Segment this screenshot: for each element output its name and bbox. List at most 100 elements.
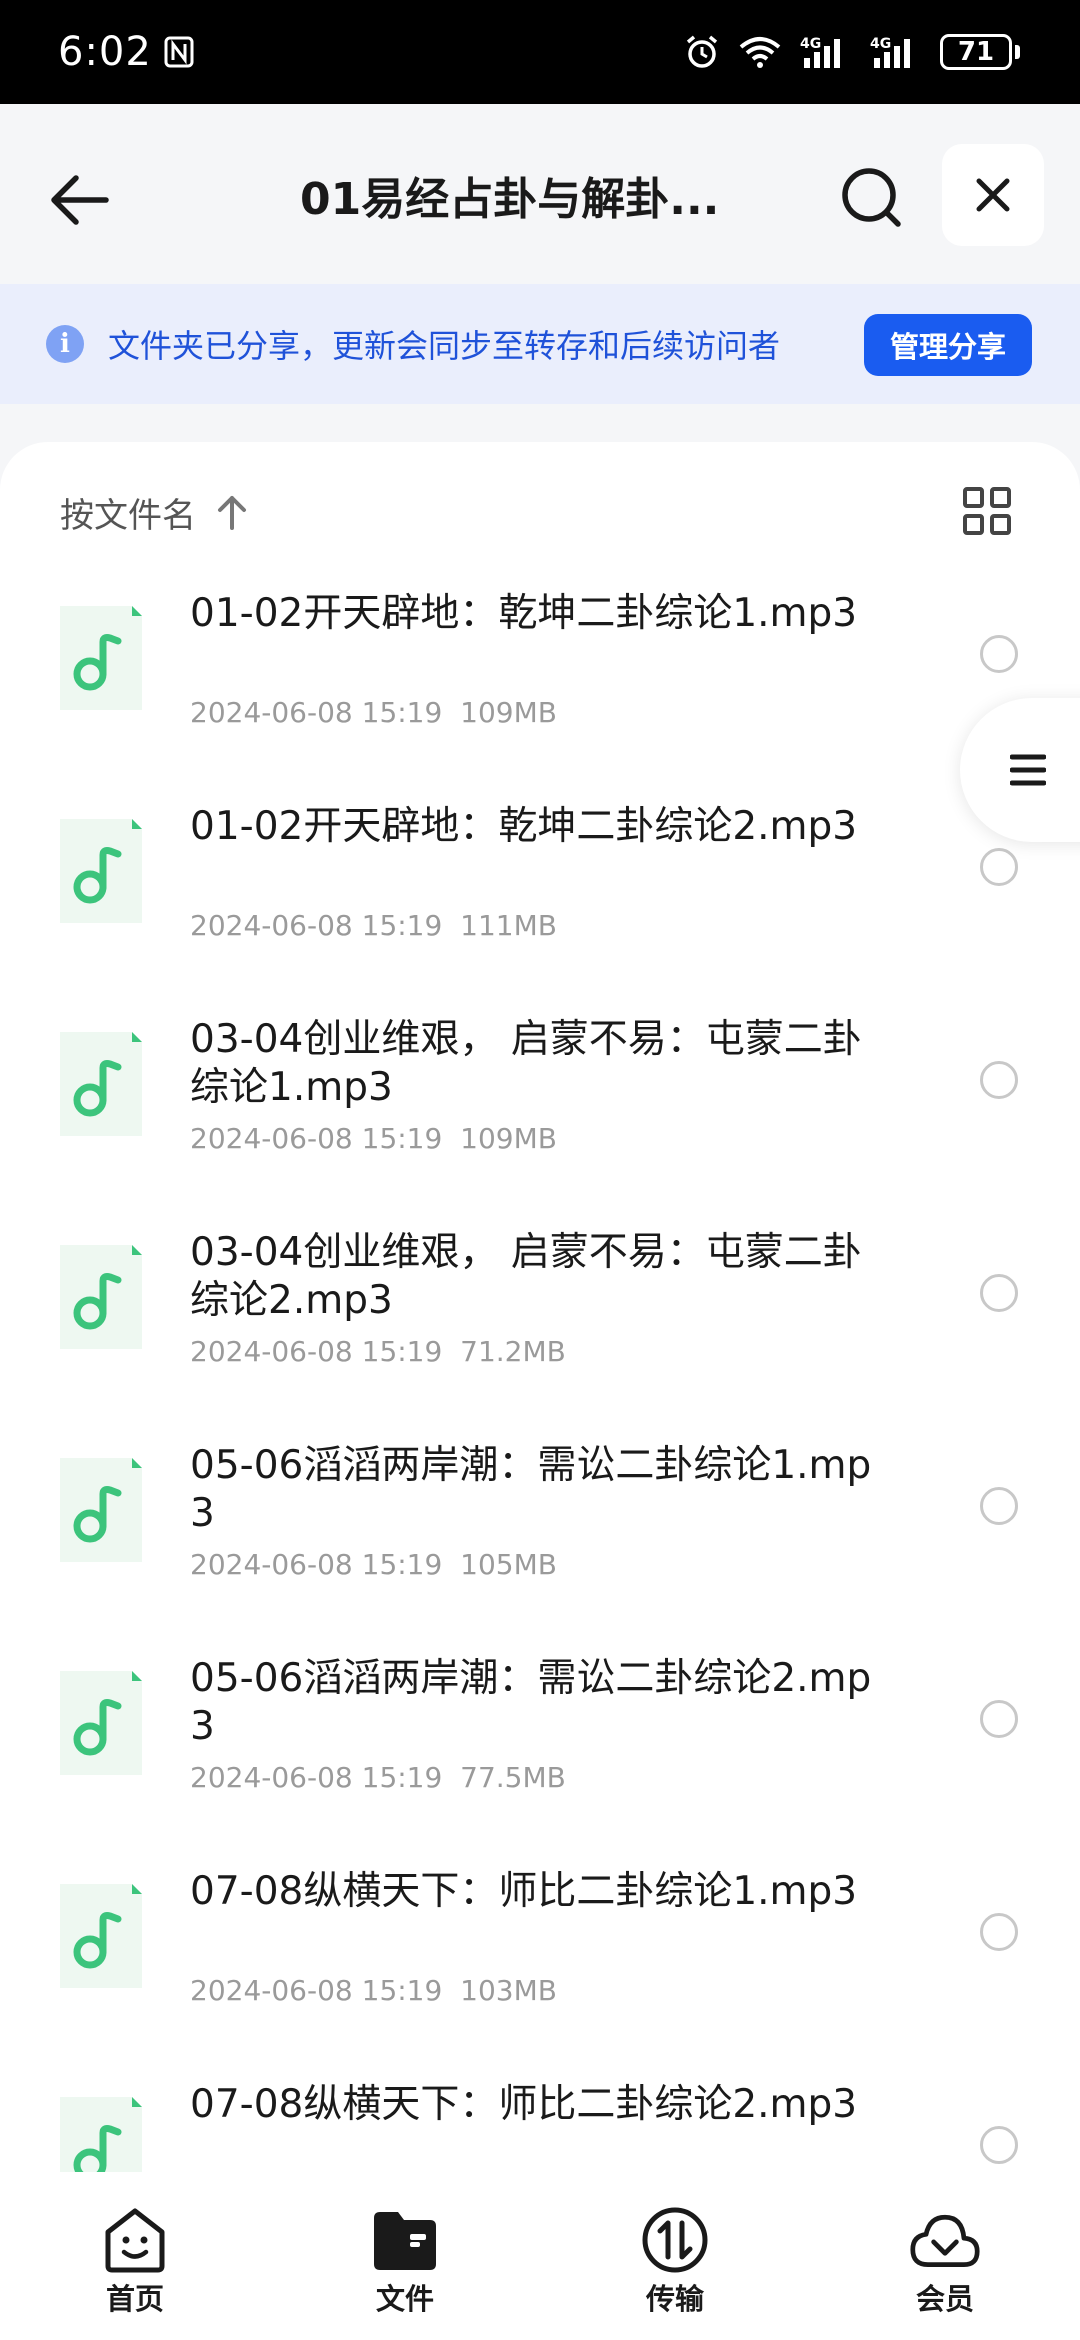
select-checkbox[interactable] — [980, 1700, 1018, 1738]
bottom-nav: 首页 文件 传输 会员 — [0, 2172, 1080, 2340]
file-row[interactable]: 05-06滔滔两岸潮：需讼二卦综论1.mp3 2024-06-08 15:19 1… — [0, 1442, 1080, 1655]
file-row[interactable]: 01-02开天辟地：乾坤二卦综论2.mp3 2024-06-08 15:19 11… — [0, 803, 1080, 1016]
battery-indicator: 71 — [940, 34, 1020, 70]
nav-home-label: 首页 — [105, 2282, 164, 2316]
signal-4g-icon-2: 4G — [870, 34, 922, 70]
file-list-card: 按文件名 01-02开天辟地：乾坤二卦综论1.mp3 2024-06-08 15:… — [0, 442, 1080, 2172]
music-file-icon — [54, 2095, 144, 2172]
file-size: 105MB — [460, 1548, 557, 1581]
sort-toggle[interactable]: 按文件名 — [60, 482, 248, 542]
nav-files[interactable]: 文件 — [270, 2172, 540, 2340]
file-size: 103MB — [460, 1974, 557, 2007]
meta-gap — [442, 1974, 460, 2007]
manage-share-button[interactable]: 管理分享 — [864, 314, 1032, 376]
file-date: 2024-06-08 15:19 — [190, 1335, 443, 1368]
meta-gap — [442, 1335, 460, 1368]
home-face-icon — [99, 2206, 171, 2274]
music-file-icon — [54, 1243, 144, 1351]
grid-view-button[interactable] — [962, 486, 1012, 536]
nav-transfer[interactable]: 传输 — [540, 2172, 810, 2340]
grid-view-icon — [963, 487, 1011, 535]
file-row[interactable]: 03-04创业维艰， 启蒙不易：屯蒙二卦综论2.mp3 2024-06-08 15… — [0, 1229, 1080, 1442]
select-checkbox[interactable] — [980, 848, 1018, 886]
select-checkbox[interactable] — [980, 1487, 1018, 1525]
file-date: 2024-06-08 15:19 — [190, 1761, 443, 1794]
file-name: 03-04创业维艰， 启蒙不易：屯蒙二卦综论1.mp3 — [190, 1017, 862, 1110]
status-bar: 6:02 4G 4G 71 — [0, 0, 1080, 104]
file-size: 111MB — [460, 909, 557, 942]
status-time: 6:02 — [58, 29, 152, 75]
nav-vip[interactable]: 会员 — [810, 2172, 1080, 2340]
file-row[interactable]: 03-04创业维艰， 启蒙不易：屯蒙二卦综论1.mp3 2024-06-08 15… — [0, 1016, 1080, 1229]
file-row[interactable]: 01-02开天辟地：乾坤二卦综论1.mp3 2024-06-08 15:19 10… — [0, 590, 1080, 803]
file-row[interactable]: 05-06滔滔两岸潮：需讼二卦综论2.mp3 2024-06-08 15:19 7… — [0, 1655, 1080, 1868]
file-name: 03-04创业维艰， 启蒙不易：屯蒙二卦综论2.mp3 — [190, 1230, 862, 1323]
nav-vip-label: 会员 — [915, 2282, 974, 2316]
menu-icon — [1010, 754, 1046, 786]
file-meta: 2024-06-08 15:19 103MB — [190, 1974, 557, 2007]
file-meta: 2024-06-08 15:19 111MB — [190, 909, 557, 942]
file-date: 2024-06-08 15:19 — [190, 696, 443, 729]
nav-transfer-label: 传输 — [645, 2282, 704, 2316]
file-size: 109MB — [460, 1122, 557, 1155]
signal-4g-icon: 4G — [800, 34, 852, 70]
nfc-icon — [164, 36, 194, 68]
battery-tip — [1015, 45, 1020, 59]
file-meta: 2024-06-08 15:19 71.2MB — [190, 1335, 566, 1368]
nav-files-label: 文件 — [375, 2282, 434, 2316]
file-size: 71.2MB — [460, 1335, 566, 1368]
status-right: 4G 4G 71 — [684, 34, 1020, 70]
folder-icon — [369, 2206, 441, 2274]
select-checkbox[interactable] — [980, 1061, 1018, 1099]
music-file-icon — [54, 817, 144, 925]
file-meta: 2024-06-08 15:19 105MB — [190, 1548, 557, 1581]
music-file-icon — [54, 1030, 144, 1138]
search-icon — [842, 168, 901, 227]
info-icon: i — [46, 325, 84, 363]
file-size: 109MB — [460, 696, 557, 729]
wifi-icon — [738, 35, 782, 69]
sort-label: 按文件名 — [60, 495, 196, 536]
music-file-icon — [54, 1669, 144, 1777]
music-file-icon — [54, 604, 144, 712]
file-name: 05-06滔滔两岸潮：需讼二卦综论2.mp3 — [190, 1656, 872, 1749]
meta-gap — [442, 909, 460, 942]
close-icon — [976, 178, 1010, 212]
back-arrow-icon — [51, 175, 109, 225]
file-row[interactable]: 07-08纵横天下：师比二卦综论2.mp3 — [0, 2081, 1080, 2172]
file-meta: 2024-06-08 15:19 77.5MB — [190, 1761, 566, 1794]
meta-gap — [442, 1548, 460, 1581]
file-date: 2024-06-08 15:19 — [190, 1122, 443, 1155]
file-date: 2024-06-08 15:19 — [190, 1974, 443, 2007]
select-checkbox[interactable] — [980, 635, 1018, 673]
arrow-up-icon — [218, 496, 246, 530]
file-name: 05-06滔滔两岸潮：需讼二卦综论1.mp3 — [190, 1443, 872, 1536]
file-size: 77.5MB — [460, 1761, 566, 1794]
search-button[interactable] — [836, 162, 908, 234]
file-list: 01-02开天辟地：乾坤二卦综论1.mp3 2024-06-08 15:19 10… — [0, 590, 1080, 2172]
file-date: 2024-06-08 15:19 — [190, 1548, 443, 1581]
top-bar: 01易经占卦与解卦... — [0, 104, 1080, 284]
select-checkbox[interactable] — [980, 2126, 1018, 2164]
file-name: 07-08纵横天下：师比二卦综论1.mp3 — [190, 1869, 858, 1914]
share-banner-text: 文件夹已分享，更新会同步至转存和后续访问者 — [108, 327, 781, 365]
music-file-icon — [54, 1456, 144, 1564]
file-name: 01-02开天辟地：乾坤二卦综论1.mp3 — [190, 591, 858, 636]
file-meta: 2024-06-08 15:19 109MB — [190, 696, 557, 729]
cloud-vip-icon — [909, 2206, 981, 2274]
nav-home[interactable]: 首页 — [0, 2172, 270, 2340]
close-button[interactable] — [942, 144, 1044, 246]
select-checkbox[interactable] — [980, 1274, 1018, 1312]
music-file-icon — [54, 1882, 144, 1990]
transfer-icon — [639, 2206, 711, 2274]
back-button[interactable] — [46, 166, 114, 234]
file-meta: 2024-06-08 15:19 109MB — [190, 1122, 557, 1155]
meta-gap — [442, 696, 460, 729]
svg-text:4G: 4G — [870, 36, 891, 52]
battery-level: 71 — [940, 34, 1012, 70]
file-row[interactable]: 07-08纵横天下：师比二卦综论1.mp3 2024-06-08 15:19 10… — [0, 1868, 1080, 2081]
file-date: 2024-06-08 15:19 — [190, 909, 443, 942]
alarm-icon — [684, 34, 720, 70]
meta-gap — [442, 1761, 460, 1794]
select-checkbox[interactable] — [980, 1913, 1018, 1951]
